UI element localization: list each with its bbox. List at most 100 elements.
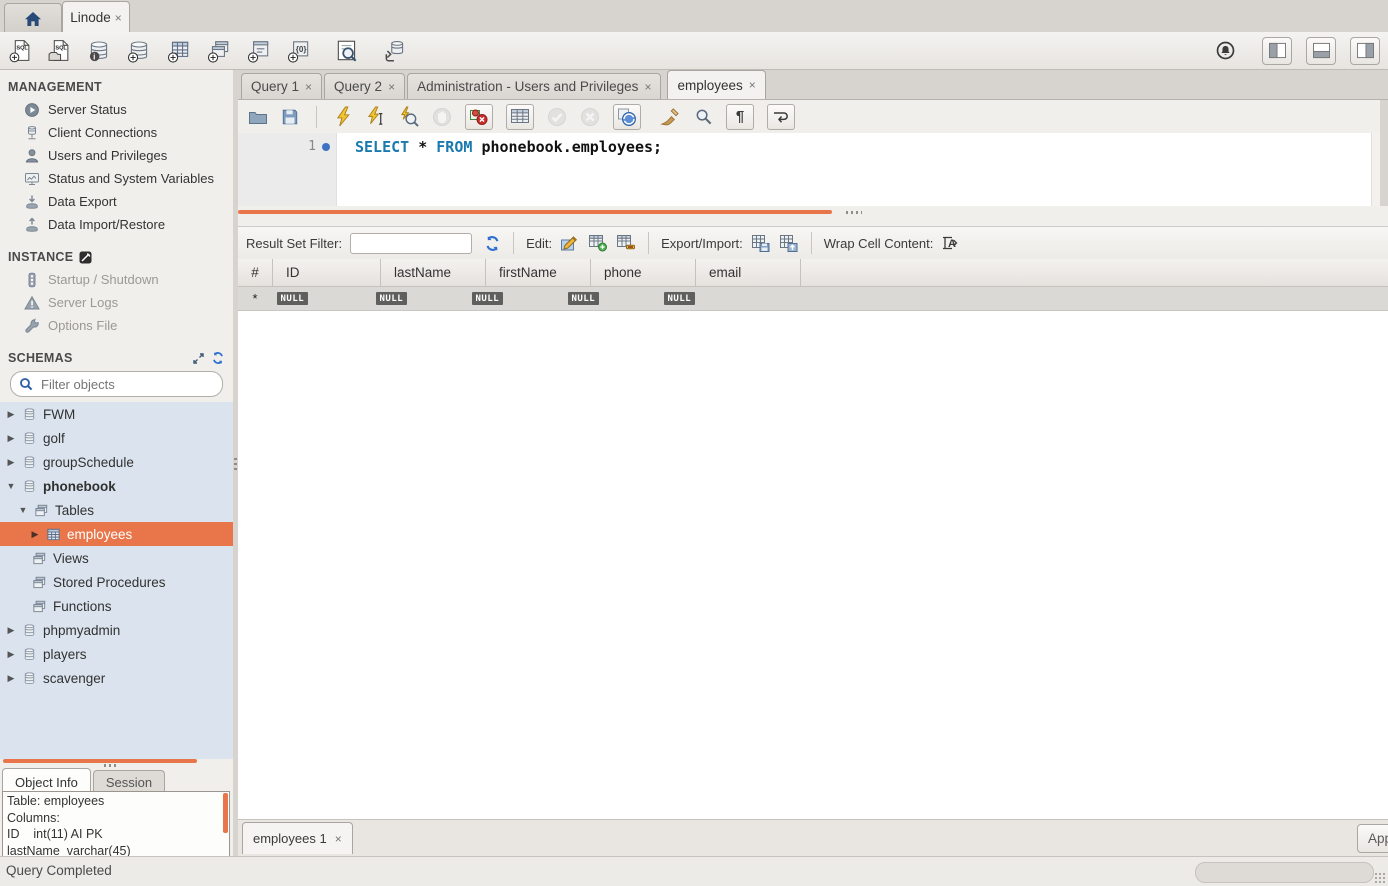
schema-tree-item-players[interactable]: ▶ players bbox=[0, 642, 233, 666]
apply-button[interactable]: Apply bbox=[1357, 824, 1388, 853]
chevron-icon[interactable]: ▶ bbox=[6, 649, 16, 660]
object-inspector-icon[interactable]: i bbox=[86, 38, 112, 64]
window-resize-grip[interactable] bbox=[1374, 872, 1386, 884]
beautify-sql-icon[interactable] bbox=[660, 107, 681, 126]
expand-schemas-icon[interactable] bbox=[192, 352, 205, 365]
schema-tree-item-phonebook[interactable]: ▼ phonebook bbox=[0, 474, 233, 498]
sql-editor[interactable]: 1 SELECT * FROM phonebook.employees; bbox=[238, 133, 1380, 206]
close-icon[interactable]: × bbox=[335, 832, 342, 846]
close-icon[interactable]: × bbox=[305, 80, 312, 94]
close-icon[interactable]: × bbox=[644, 80, 651, 94]
create-procedure-icon[interactable] bbox=[246, 38, 272, 64]
sidebar-item-status-system-variables[interactable]: Status and System Variables bbox=[0, 167, 233, 190]
tab-query-2[interactable]: Query 2 × bbox=[324, 73, 405, 99]
schema-tree-item-fwm[interactable]: ▶ FWM bbox=[0, 402, 233, 426]
splitter-grip[interactable] bbox=[104, 764, 118, 767]
reconnect-dbms-icon[interactable] bbox=[382, 38, 408, 64]
edit-record-icon[interactable] bbox=[560, 234, 580, 252]
result-filter-input[interactable] bbox=[350, 233, 472, 254]
chevron-icon[interactable]: ▶ bbox=[6, 409, 16, 420]
create-table-icon[interactable] bbox=[166, 38, 192, 64]
column-header-phone[interactable]: phone bbox=[591, 259, 696, 286]
grid-cell-email[interactable]: NULL bbox=[659, 292, 755, 305]
autocommit-toggle[interactable] bbox=[613, 104, 641, 130]
editor-result-splitter[interactable] bbox=[238, 206, 1388, 226]
splitter-grip[interactable] bbox=[234, 458, 237, 472]
result-tab-employees-1[interactable]: employees 1 × bbox=[242, 822, 353, 854]
create-function-icon[interactable]: {0} bbox=[286, 38, 312, 64]
horizontal-scrollbar-thumb[interactable] bbox=[1195, 862, 1374, 883]
wrap-text-toggle[interactable] bbox=[767, 104, 795, 130]
column-header-lastname[interactable]: lastName bbox=[381, 259, 486, 286]
sidebar-item-server-logs[interactable]: Server Logs bbox=[0, 291, 233, 314]
create-schema-icon[interactable] bbox=[126, 38, 152, 64]
grid-cell-id[interactable]: NULL bbox=[272, 292, 371, 305]
open-sql-script-icon[interactable]: SQL bbox=[47, 38, 72, 63]
sidebar-splitter[interactable] bbox=[0, 759, 233, 767]
sidebar-item-data-export[interactable]: Data Export bbox=[0, 190, 233, 213]
chevron-icon[interactable]: ▶ bbox=[6, 625, 16, 636]
chevron-icon[interactable]: ▶ bbox=[30, 529, 40, 540]
tab-administration-users-privileges[interactable]: Administration - Users and Privileges × bbox=[407, 73, 661, 99]
editor-vertical-scrollbar[interactable] bbox=[1371, 133, 1380, 206]
sidebar-item-data-import[interactable]: Data Import/Restore bbox=[0, 213, 233, 236]
close-icon[interactable]: × bbox=[749, 78, 756, 92]
chevron-icon[interactable]: ▶ bbox=[6, 433, 16, 444]
close-icon[interactable]: × bbox=[388, 80, 395, 94]
add-row-icon[interactable] bbox=[588, 234, 608, 252]
splitter-grip[interactable] bbox=[846, 211, 862, 214]
tab-query-1[interactable]: Query 1 × bbox=[241, 73, 322, 99]
execute-current-statement-icon[interactable] bbox=[366, 106, 385, 127]
schema-tree-item-functions[interactable]: Functions bbox=[0, 594, 233, 618]
sql-code-line[interactable]: SELECT * FROM phonebook.employees; bbox=[337, 133, 1371, 206]
tab-employees[interactable]: employees × bbox=[667, 70, 765, 99]
schema-tree-item-views[interactable]: Views bbox=[0, 546, 233, 570]
stop-on-error-toggle[interactable] bbox=[465, 104, 493, 130]
refresh-results-icon[interactable] bbox=[484, 235, 501, 252]
notification-bell-icon[interactable] bbox=[1215, 40, 1236, 61]
export-recordset-icon[interactable] bbox=[751, 234, 771, 253]
schema-tree-item-tables[interactable]: ▼ Tables bbox=[0, 498, 233, 522]
open-script-icon[interactable] bbox=[248, 108, 268, 126]
close-icon[interactable]: × bbox=[115, 11, 122, 25]
schema-tree-item-scavenger[interactable]: ▶ scavenger bbox=[0, 666, 233, 690]
toggle-bottom-panel-button[interactable] bbox=[1306, 37, 1336, 65]
find-icon[interactable] bbox=[694, 107, 713, 126]
search-table-data-icon[interactable] bbox=[334, 38, 360, 64]
delete-row-icon[interactable] bbox=[616, 234, 636, 252]
grid-cell-phone[interactable]: NULL bbox=[563, 292, 659, 305]
schema-tree-item-phpmyadmin[interactable]: ▶ phpmyadmin bbox=[0, 618, 233, 642]
schema-filter-box[interactable] bbox=[10, 371, 223, 397]
sidebar-item-options-file[interactable]: Options File bbox=[0, 314, 233, 337]
wrap-cell-content-icon[interactable]: A bbox=[941, 235, 959, 251]
show-invisibles-toggle[interactable]: ¶ bbox=[726, 104, 754, 130]
chevron-icon[interactable]: ▼ bbox=[18, 505, 28, 515]
schema-tree-item-employees[interactable]: ▶ employees bbox=[0, 522, 233, 546]
home-tab[interactable] bbox=[4, 3, 62, 33]
schema-filter-input[interactable] bbox=[39, 376, 219, 393]
editor-horizontal-scrollbar[interactable] bbox=[238, 210, 832, 214]
grid-cell-firstname[interactable]: NULL bbox=[467, 292, 563, 305]
object-info-scrollbar[interactable] bbox=[223, 793, 228, 833]
column-header-firstname[interactable]: firstName bbox=[486, 259, 591, 286]
chevron-icon[interactable]: ▼ bbox=[6, 481, 16, 491]
chevron-icon[interactable]: ▶ bbox=[6, 457, 16, 468]
grid-cell-lastname[interactable]: NULL bbox=[371, 292, 467, 305]
chevron-icon[interactable]: ▶ bbox=[6, 673, 16, 684]
connection-tab[interactable]: Linode × bbox=[62, 1, 130, 33]
limit-rows-toggle[interactable] bbox=[506, 104, 534, 130]
sidebar-item-startup-shutdown[interactable]: Startup / Shutdown bbox=[0, 268, 233, 291]
toggle-right-sidebar-button[interactable] bbox=[1350, 37, 1380, 65]
schema-tree-item-stored-procedures[interactable]: Stored Procedures bbox=[0, 570, 233, 594]
import-recordset-icon[interactable] bbox=[779, 234, 799, 253]
sidebar-item-client-connections[interactable]: Client Connections bbox=[0, 121, 233, 144]
grid-new-row[interactable]: * NULL NULL NULL NULL NULL bbox=[238, 287, 1388, 311]
column-header-rownum[interactable]: # bbox=[238, 259, 273, 286]
column-header-id[interactable]: ID bbox=[273, 259, 381, 286]
explain-plan-icon[interactable] bbox=[398, 106, 419, 127]
schema-tree-item-groupschedule[interactable]: ▶ groupSchedule bbox=[0, 450, 233, 474]
column-header-email[interactable]: email bbox=[696, 259, 801, 286]
create-view-icon[interactable] bbox=[206, 38, 232, 64]
execute-query-icon[interactable] bbox=[334, 106, 353, 127]
save-script-icon[interactable] bbox=[281, 108, 299, 126]
